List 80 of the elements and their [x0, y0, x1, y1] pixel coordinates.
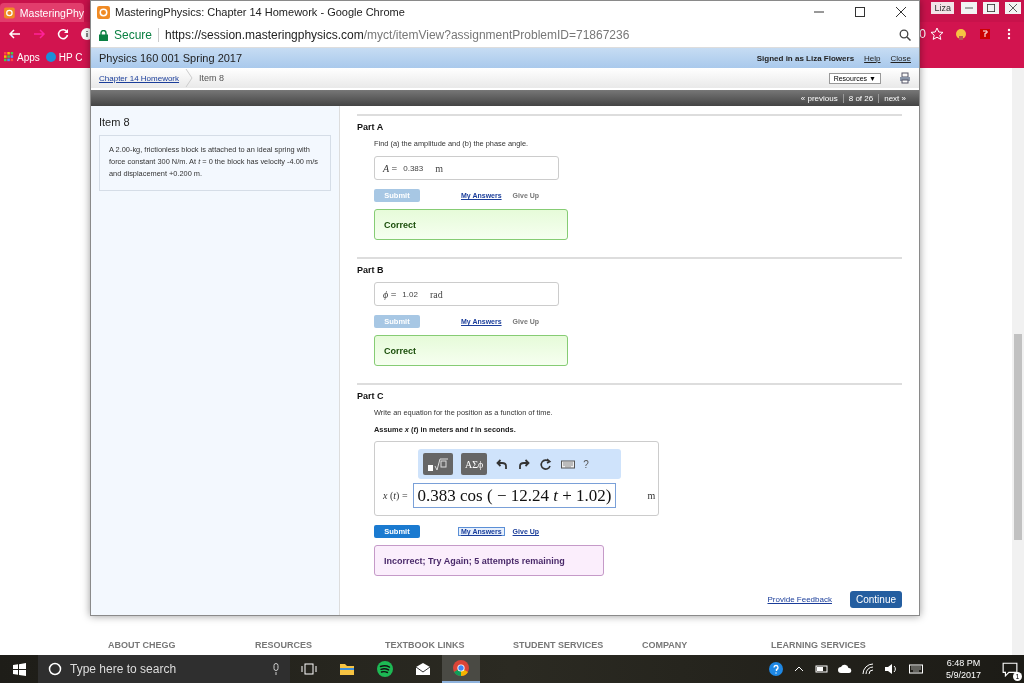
volume-icon[interactable] — [883, 662, 898, 676]
bookmark[interactable]: Apps — [4, 51, 40, 63]
answer-label: ϕ = — [383, 288, 397, 300]
profile-badge[interactable]: Liza — [931, 2, 954, 14]
footer-link[interactable]: STUDENT SERVICES — [513, 640, 642, 650]
close-icon[interactable] — [896, 7, 906, 17]
lock-icon — [99, 29, 108, 41]
answer-label: A = — [383, 162, 398, 174]
feedback-message: Correct — [374, 209, 568, 240]
microphone-icon[interactable] — [272, 663, 280, 675]
browser-tab[interactable]: MasteringPhy — [0, 3, 84, 22]
breadcrumb-current: Item 8 — [199, 73, 225, 83]
wifi-icon[interactable] — [860, 662, 875, 676]
cloud-icon[interactable] — [837, 662, 852, 676]
secure-label: Secure — [114, 28, 153, 42]
signed-in-text: Signed in as Liza Flowers — [756, 53, 855, 63]
header-link[interactable]: Help — [864, 53, 881, 63]
part-title: Part A — [357, 122, 385, 132]
feedback-link[interactable]: Provide Feedback — [767, 595, 832, 604]
footer-link[interactable]: ABOUT CHEGG — [108, 640, 255, 650]
redo-icon[interactable] — [517, 457, 532, 471]
maximize-icon[interactable] — [855, 7, 865, 17]
hp-logo-icon — [45, 52, 56, 62]
mail-icon[interactable] — [414, 660, 432, 678]
next-link[interactable]: next » — [878, 93, 911, 103]
part-title: Part B — [357, 265, 385, 275]
feedback-message: Correct — [374, 335, 568, 366]
apps-grid-icon — [4, 52, 14, 62]
url-text[interactable]: https://session.masteringphysics.com/myct/itemView?assignmentProblemID=71867236 — [165, 28, 893, 42]
continue-button[interactable]: Continue — [849, 591, 902, 608]
music-app-icon[interactable] — [376, 660, 394, 678]
item-title: Item 8 — [99, 116, 131, 128]
site-logo-icon — [4, 6, 15, 19]
answer-field[interactable]: A = 0.383 m — [374, 156, 559, 180]
previous-link[interactable]: « previous — [795, 93, 843, 103]
scrollbar[interactable] — [1012, 68, 1024, 655]
footer-link[interactable]: LEARNING SERVICES — [771, 640, 881, 650]
part-title: Part C — [357, 391, 385, 401]
zoom-icon[interactable] — [899, 29, 911, 41]
clock-time[interactable]: 6:48 PM — [946, 657, 981, 669]
extension-icon[interactable] — [954, 27, 968, 41]
address-text[interactable]: 0 — [919, 27, 926, 41]
window-title: MasteringPhysics: Chapter 14 Homework - Google Chrome — [115, 6, 405, 18]
star-icon[interactable] — [930, 27, 944, 41]
help-icon[interactable] — [768, 662, 783, 676]
unit-label: m — [647, 490, 656, 501]
keyboard-icon[interactable] — [561, 457, 576, 471]
maximize-icon[interactable] — [983, 2, 999, 14]
expression-field[interactable]: 0.383 cos ( − 12.24 t + 1.02) — [412, 483, 617, 508]
templates-button[interactable] — [423, 453, 453, 475]
notifications-icon[interactable] — [1002, 661, 1018, 677]
search-field[interactable]: Type here to search — [38, 655, 290, 683]
symbols-button[interactable]: ΑΣϕ — [461, 453, 488, 475]
keyboard-icon[interactable] — [906, 662, 925, 676]
battery-icon[interactable] — [814, 662, 829, 676]
task-view-icon[interactable] — [300, 660, 318, 678]
clock-date[interactable]: 5/9/2017 — [945, 669, 981, 681]
reload-icon[interactable] — [56, 27, 70, 41]
help-button[interactable]: ? — [583, 458, 589, 470]
cortana-icon[interactable] — [48, 662, 62, 676]
course-title: Physics 160 001 Spring 2017 — [99, 52, 243, 64]
undo-icon[interactable] — [495, 457, 510, 471]
browser-icon[interactable] — [452, 659, 470, 677]
chevron-icon — [185, 69, 194, 87]
site-logo-icon — [97, 5, 110, 19]
print-icon[interactable] — [899, 72, 911, 84]
footer-link[interactable]: COMPANY — [642, 640, 771, 650]
answer-label: x (t) = — [383, 490, 408, 501]
feedback-message: Incorrect; Try Again; 5 attempts remaining — [374, 545, 604, 576]
reset-icon[interactable] — [539, 457, 554, 471]
header-link[interactable]: Close — [890, 53, 911, 63]
bookmark[interactable]: HP C — [45, 51, 83, 63]
breadcrumb-link[interactable]: Chapter 14 Homework — [99, 73, 180, 83]
answer-field[interactable]: ϕ = 1.02 rad — [374, 282, 559, 306]
close-icon[interactable] — [1005, 2, 1021, 14]
page-position: 8 of 26 — [842, 93, 879, 103]
footer-link[interactable]: TEXTBOOK LINKS — [385, 640, 513, 650]
footer-link[interactable]: RESOURCES — [255, 640, 385, 650]
back-icon[interactable] — [8, 27, 22, 41]
start-icon[interactable] — [12, 662, 26, 676]
